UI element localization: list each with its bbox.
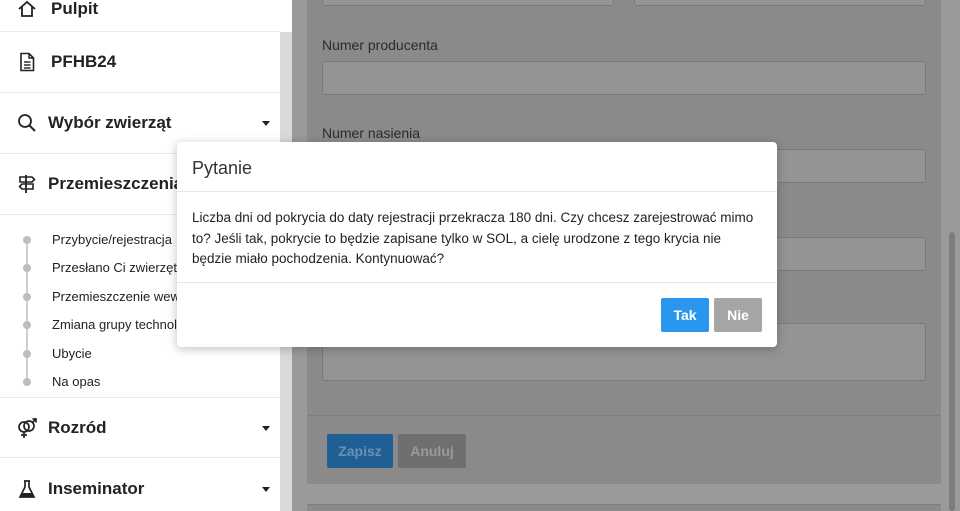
home-icon xyxy=(16,0,38,20)
producer-number-label: Numer producenta xyxy=(322,37,438,53)
bullet-icon xyxy=(23,236,31,244)
submenu-item-label: Ubycie xyxy=(52,346,92,361)
form-footer-divider xyxy=(307,415,941,416)
bullet-icon xyxy=(23,321,31,329)
main-scrollbar[interactable] xyxy=(949,232,955,511)
sidebar-item-label: Inseminator xyxy=(48,478,145,498)
dialog-title: Pytanie xyxy=(192,158,253,178)
submenu-item-label: Przybycie/rejestracja xyxy=(52,232,172,247)
submenu-item[interactable]: Na opas xyxy=(0,368,280,396)
sidebar-item-label: Wybór zwierząt xyxy=(48,113,172,132)
signpost-icon xyxy=(16,173,38,195)
sidebar-item-label: Rozród xyxy=(48,417,107,437)
top-right-input[interactable] xyxy=(634,0,926,6)
submenu-item-label: Przemieszczenie wew xyxy=(52,289,180,304)
submenu-item-label: Na opas xyxy=(52,374,101,389)
bottom-card xyxy=(307,504,941,511)
caret-down-icon xyxy=(262,121,270,126)
sidebar-item-label: Pulpit xyxy=(51,0,99,18)
cancel-button[interactable]: Anuluj xyxy=(398,434,466,468)
dialog-header-divider xyxy=(177,191,777,192)
submenu-item-label: Przesłano Ci zwierzęta xyxy=(52,260,185,275)
semen-number-label: Numer nasienia xyxy=(322,125,421,141)
document-icon xyxy=(16,51,38,73)
bullet-icon xyxy=(23,350,31,358)
caret-down-icon xyxy=(262,486,270,492)
flask-icon xyxy=(16,478,38,500)
gender-icon xyxy=(16,417,38,439)
sidebar-item-pulpit[interactable]: Pulpit xyxy=(0,0,280,32)
sidebar-item-pfhb24[interactable]: PFHB24 xyxy=(0,32,280,93)
no-button[interactable]: Nie xyxy=(714,298,762,332)
caret-down-icon xyxy=(262,425,270,431)
sidebar-item-label: Przemieszczenia xyxy=(48,174,184,193)
dialog-footer-divider xyxy=(177,282,777,283)
bullet-icon xyxy=(23,378,31,386)
bullet-icon xyxy=(23,293,31,301)
confirm-dialog: Pytanie Liczba dni od pokrycia do daty r… xyxy=(177,142,777,347)
producer-number-input[interactable] xyxy=(322,61,926,95)
top-left-input[interactable] xyxy=(322,0,614,6)
bullet-icon xyxy=(23,264,31,272)
sidebar-item-rozrod[interactable]: Rozród xyxy=(0,397,280,458)
dialog-message: Liczba dni od pokrycia do daty rejestrac… xyxy=(192,210,754,266)
search-icon xyxy=(16,112,38,134)
submenu-item-label: Zmiana grupy technol xyxy=(52,317,178,332)
save-button[interactable]: Zapisz xyxy=(327,434,393,468)
sidebar-item-label: PFHB24 xyxy=(51,52,117,71)
yes-button[interactable]: Tak xyxy=(661,298,709,332)
sidebar-item-inseminator[interactable]: Inseminator xyxy=(0,458,280,511)
